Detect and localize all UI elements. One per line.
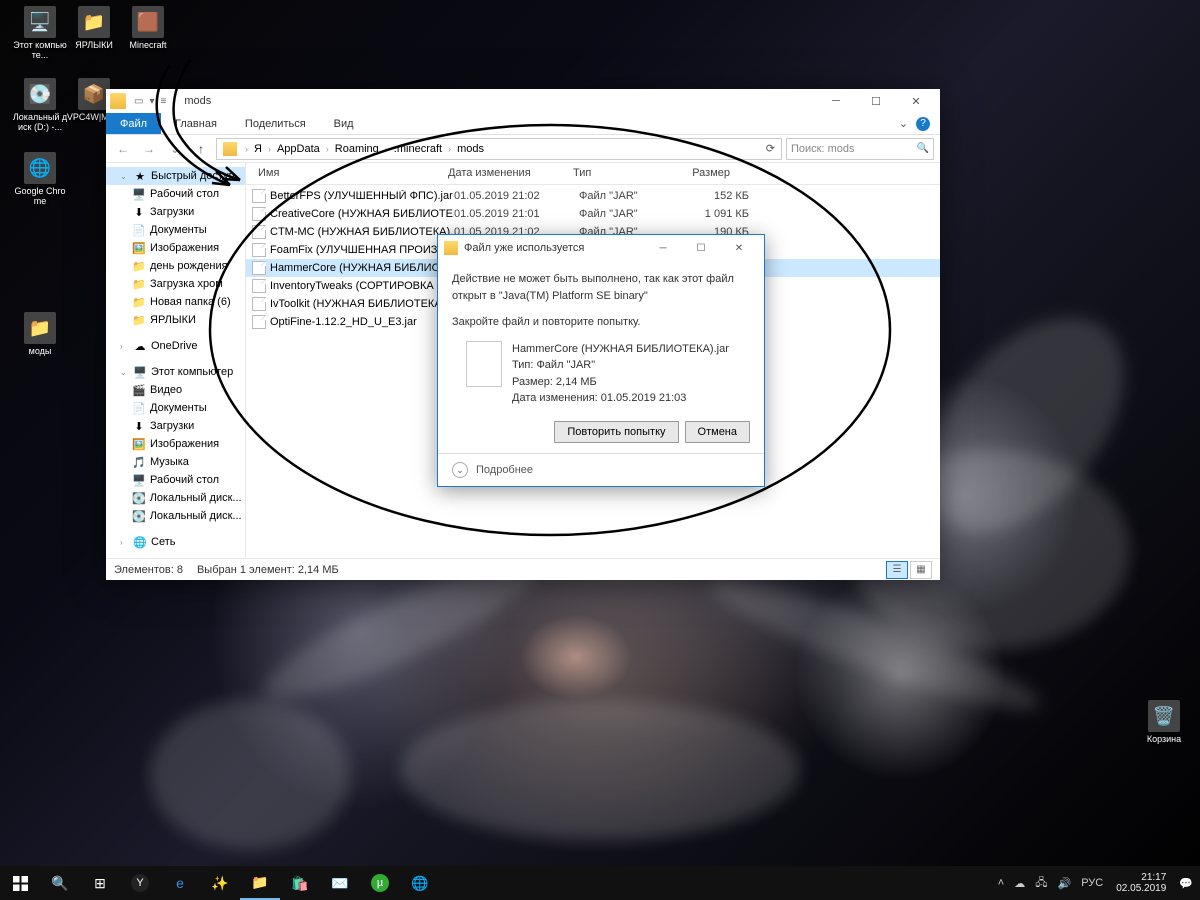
status-selected: Выбран 1 элемент: 2,14 МБ [197, 564, 339, 576]
chevron-down-icon[interactable]: ⌄ [452, 462, 468, 478]
dialog-maximize-button: ☐ [682, 237, 720, 259]
tray-language[interactable]: РУС [1076, 877, 1108, 889]
desktop-icon[interactable]: 🗑️Корзина [1136, 700, 1192, 745]
nav-recent-button[interactable]: ⌄ [164, 138, 186, 160]
nav-item[interactable]: 🖥️Рабочий стол [106, 185, 245, 203]
refresh-icon[interactable]: ⟳ [766, 142, 775, 155]
edge-icon[interactable]: e [160, 866, 200, 900]
tray-notifications-icon[interactable]: 💬 [1174, 877, 1198, 890]
nav-item[interactable]: 📁Новая папка (6) [106, 293, 245, 311]
view-large-button[interactable]: ▦ [910, 561, 932, 579]
file-row[interactable]: CreativeCore (НУЖНАЯ БИБЛИОТЕКА).jar01.0… [246, 205, 940, 223]
status-count: Элементов: 8 [114, 564, 183, 576]
nav-item[interactable]: 🖼️Изображения [106, 435, 245, 453]
crumb-mods[interactable]: mods [455, 143, 486, 155]
dialog-title: Файл уже используется [464, 242, 584, 254]
search-button[interactable]: 🔍 [40, 866, 80, 900]
search-icon: 🔍 [917, 143, 929, 154]
nav-network[interactable]: ›🌐Сеть [106, 533, 245, 551]
yandex-icon[interactable]: Y [120, 866, 160, 900]
tray-volume-icon[interactable]: 🔊 [1053, 877, 1077, 890]
column-headers[interactable]: Имя Дата изменения Тип Размер [246, 163, 940, 185]
tray-expand-icon[interactable]: ˄ [993, 877, 1009, 889]
folder-icon [110, 93, 126, 109]
nav-back-button[interactable]: ← [112, 138, 134, 160]
nav-item[interactable]: 📁ЯРЛЫКИ [106, 311, 245, 329]
nav-item[interactable]: 🖼️Изображения [106, 239, 245, 257]
app-icon-1[interactable]: ✨ [200, 866, 240, 900]
dialog-minimize-button[interactable]: ─ [644, 237, 682, 259]
dialog-message: Действие не может быть выполнено, так ка… [452, 271, 750, 304]
window-title: mods [184, 95, 211, 107]
file-icon [466, 341, 502, 387]
desktop-icon[interactable]: 🖥️Этот компьюте... [12, 6, 68, 61]
nav-pane: ⌄★Быстрый доступ 🖥️Рабочий стол⬇Загрузки… [106, 163, 246, 558]
crumb-user[interactable]: Я [252, 143, 264, 155]
file-row[interactable]: BetterFPS (УЛУЧШЕННЫЙ ФПС).jar01.05.2019… [246, 187, 940, 205]
close-button[interactable]: ✕ [896, 89, 936, 113]
qat-dropdown-icon[interactable]: ≡ [160, 96, 166, 107]
titlebar[interactable]: ▭ ▾ ≡ mods ─ ☐ ✕ [106, 89, 940, 113]
nav-item[interactable]: ⬇Загрузки [106, 203, 245, 221]
dialog-icon [444, 241, 458, 255]
desktop-icon[interactable]: 📁ЯРЛЫКИ [66, 6, 122, 51]
breadcrumb-icon [223, 142, 237, 156]
statusbar: Элементов: 8 Выбран 1 элемент: 2,14 МБ ☰… [106, 558, 940, 580]
crumb-appdata[interactable]: AppData [275, 143, 322, 155]
nav-onedrive[interactable]: ›☁OneDrive [106, 337, 245, 355]
file-in-use-dialog: Файл уже используется ─ ☐ ✕ Действие не … [437, 234, 765, 487]
mail-icon[interactable]: ✉️ [320, 866, 360, 900]
crumb-minecraft[interactable]: .minecraft [392, 143, 444, 155]
nav-forward-button: → [138, 138, 160, 160]
nav-item[interactable]: 🎬Видео [106, 381, 245, 399]
nav-thispc[interactable]: ⌄🖥️Этот компьютер [106, 363, 245, 381]
tab-home[interactable]: Главная [161, 113, 231, 134]
nav-item[interactable]: 📁Загрузка хром [106, 275, 245, 293]
tab-file[interactable]: Файл [106, 113, 161, 134]
ribbon-expand-icon[interactable]: ⌄ [899, 117, 908, 130]
nav-item[interactable]: 📁день рождения [106, 257, 245, 275]
taskview-button[interactable]: ⊞ [80, 866, 120, 900]
retry-button[interactable]: Повторить попытку [554, 421, 678, 443]
file-details: HammerCore (НУЖНАЯ БИБЛИОТЕКА).jar Тип: … [512, 341, 729, 407]
dialog-close-button[interactable]: ✕ [720, 237, 758, 259]
more-details-toggle[interactable]: Подробнее [476, 464, 533, 476]
desktop-icon[interactable]: 🟫Minecraft [120, 6, 176, 51]
crumb-roaming[interactable]: Roaming [333, 143, 381, 155]
desktop-icon[interactable]: 📁моды [12, 312, 68, 357]
desktop-icon[interactable]: 🌐Google Chrome [12, 152, 68, 207]
tab-view[interactable]: Вид [320, 113, 368, 134]
nav-item[interactable]: 🖥️Рабочий стол [106, 471, 245, 489]
qat-properties-icon[interactable]: ▭ [134, 96, 143, 107]
tab-share[interactable]: Поделиться [231, 113, 320, 134]
nav-item[interactable]: 📄Документы [106, 399, 245, 417]
help-icon[interactable]: ? [916, 117, 930, 131]
nav-quick-access[interactable]: ⌄★Быстрый доступ [106, 167, 245, 185]
minimize-button[interactable]: ─ [816, 89, 856, 113]
qat-newfolder-icon[interactable]: ▾ [149, 96, 154, 107]
nav-item[interactable]: 📄Документы [106, 221, 245, 239]
dialog-instruction: Закройте файл и повторите попытку. [452, 314, 750, 331]
nav-item[interactable]: ⬇Загрузки [106, 417, 245, 435]
tray-network-icon[interactable]: 🖧 [1030, 874, 1052, 893]
nav-item[interactable]: 💽Локальный диск... [106, 507, 245, 525]
search-input[interactable]: Поиск: mods 🔍 [786, 138, 934, 160]
breadcrumb[interactable]: › Я› AppData› Roaming› .minecraft› mods … [216, 138, 782, 160]
maximize-button[interactable]: ☐ [856, 89, 896, 113]
nav-item[interactable]: 🎵Музыка [106, 453, 245, 471]
explorer-taskbar-icon[interactable]: 📁 [240, 866, 280, 900]
dialog-titlebar[interactable]: Файл уже используется ─ ☐ ✕ [438, 235, 764, 261]
chrome-taskbar-icon[interactable]: 🌐 [400, 866, 440, 900]
desktop-icon[interactable]: 💽Локальный диск (D:) -... [12, 78, 68, 133]
start-button[interactable] [0, 866, 40, 900]
view-details-button[interactable]: ☰ [886, 561, 908, 579]
nav-up-button[interactable]: ↑ [190, 138, 212, 160]
utorrent-icon[interactable]: µ [360, 866, 400, 900]
taskbar: 🔍 ⊞ Y e ✨ 📁 🛍️ ✉️ µ 🌐 ˄ ☁ 🖧 🔊 РУС 21:17 … [0, 866, 1200, 900]
nav-item[interactable]: 💽Локальный диск... [106, 489, 245, 507]
tray-onedrive-icon[interactable]: ☁ [1009, 877, 1030, 890]
cancel-button[interactable]: Отмена [685, 421, 750, 443]
tray-clock[interactable]: 21:17 02.05.2019 [1108, 872, 1174, 894]
store-icon[interactable]: 🛍️ [280, 866, 320, 900]
